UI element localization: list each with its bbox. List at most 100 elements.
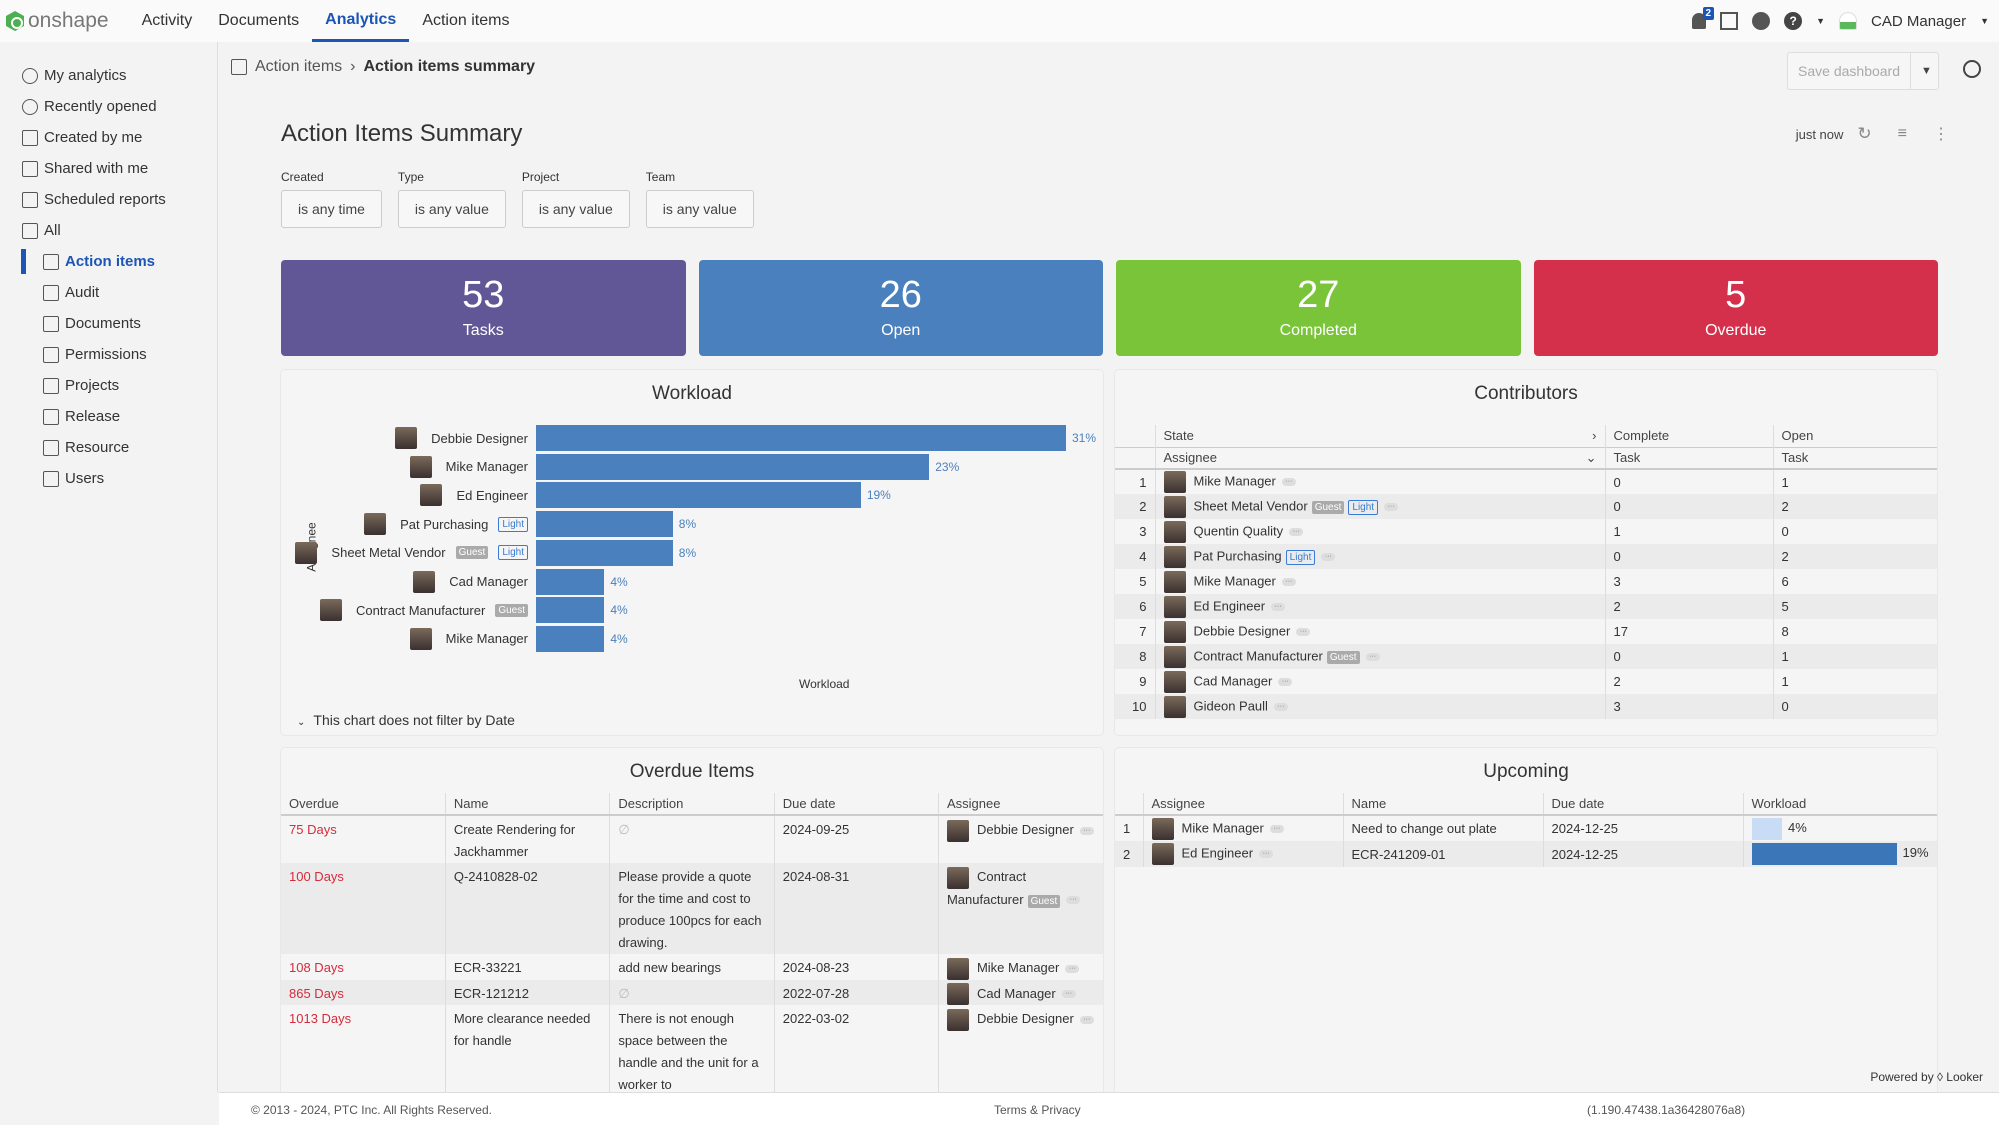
sidebar-item-scheduled-reports[interactable]: Scheduled reports (0, 184, 217, 215)
help-dropdown-icon[interactable]: ▼ (1816, 16, 1825, 26)
workload-bar[interactable] (536, 539, 673, 566)
filter-value-button[interactable]: is any value (521, 190, 630, 228)
col-overdue[interactable]: Overdue (281, 793, 445, 815)
more-icon[interactable]: ··· (1365, 652, 1380, 661)
nav-action-items[interactable]: Action items (409, 0, 522, 42)
learning-center-icon[interactable] (1752, 12, 1771, 30)
assignee-header[interactable]: Assignee ⌄ (1154, 447, 1605, 469)
sidebar-item-audit[interactable]: Audit (0, 277, 217, 308)
more-icon[interactable]: ··· (1289, 527, 1304, 536)
filter-value-button[interactable]: is any value (397, 190, 506, 228)
nav-activity[interactable]: Activity (129, 0, 206, 42)
more-icon[interactable]: ··· (1079, 826, 1094, 835)
sidebar-item-action-items[interactable]: Action items (0, 246, 217, 277)
workload-bar[interactable] (536, 511, 673, 538)
app-store-icon[interactable] (1720, 12, 1739, 30)
more-icon[interactable]: ··· (1271, 602, 1286, 611)
save-dashboard-button[interactable]: Save dashboard (1788, 53, 1910, 89)
more-icon[interactable]: ··· (1278, 677, 1293, 686)
more-icon[interactable]: ··· (1061, 990, 1076, 999)
refresh-icon[interactable]: ↻ (1857, 124, 1871, 144)
table-row[interactable]: 865 Days ECR-121212 ∅ 2022-07-28 Cad Manager… (281, 979, 1103, 1006)
workload-bar[interactable] (536, 625, 605, 652)
table-row[interactable]: 1 Mike Manager ··· Need to change out plate… (1115, 815, 1937, 841)
table-row[interactable]: 1013 Days More clearance needed for handl… (281, 1005, 1103, 1097)
more-icon[interactable]: ··· (1065, 964, 1080, 973)
more-icon[interactable]: ··· (1079, 1015, 1094, 1024)
more-icon[interactable]: ··· (1321, 552, 1336, 561)
workload-bar[interactable] (536, 568, 605, 595)
table-row[interactable]: 2 Sheet Metal Vendor Guest Light ··· 0 2 (1115, 494, 1937, 519)
col-description[interactable]: Description (609, 793, 775, 815)
col-assignee[interactable]: Assignee (937, 793, 1103, 815)
more-icon[interactable]: ··· (1281, 577, 1296, 586)
sidebar-item-documents[interactable]: Documents (0, 308, 217, 339)
kpi-completed[interactable]: 27 Completed (1116, 260, 1521, 356)
date-filter-note[interactable]: ⌄ This chart does not filter by Date (297, 712, 515, 728)
help-icon[interactable]: ? (1784, 12, 1803, 30)
nav-analytics[interactable]: Analytics (312, 0, 410, 42)
table-row[interactable]: 108 Days ECR-33221 add new bearings 2024-08… (281, 954, 1103, 980)
user-avatar-icon[interactable] (1839, 12, 1858, 30)
filter-value-button[interactable]: is any value (645, 190, 754, 228)
user-menu[interactable]: CAD Manager (1871, 13, 1966, 30)
filter-value-button[interactable]: is any time (281, 190, 382, 228)
sidebar-item-my-analytics[interactable]: My analytics (0, 60, 217, 91)
table-row[interactable]: 75 Days Create Rendering for Jackhammer ∅ 2… (281, 815, 1103, 863)
nav-documents[interactable]: Documents (205, 0, 312, 42)
powered-by-looker[interactable]: Powered by ◊ Looker (1870, 1070, 1983, 1084)
more-icon[interactable]: ··· (1269, 824, 1284, 833)
sidebar-item-users[interactable]: Users (0, 463, 217, 494)
sidebar-item-created-by-me[interactable]: Created by me (0, 122, 217, 153)
sidebar-item-shared-with-me[interactable]: Shared with me (0, 153, 217, 184)
sidebar-item-projects[interactable]: Projects (0, 370, 217, 401)
kpi-open[interactable]: 26 Open (698, 260, 1103, 356)
kpi-tasks[interactable]: 53 Tasks (281, 260, 686, 356)
table-row[interactable]: 8 Contract Manufacturer Guest ··· 0 1 (1115, 644, 1937, 669)
table-row[interactable]: 10 Gideon Paull ··· 3 0 (1115, 694, 1937, 719)
table-row[interactable]: 2 Ed Engineer ··· ECR-241209-01 2024-12-25 19… (1115, 841, 1937, 867)
more-icon[interactable]: ··· (1384, 502, 1399, 511)
col-open[interactable]: Open (1772, 425, 1937, 447)
sidebar-item-resource[interactable]: Resource (0, 432, 217, 463)
workload-bar[interactable] (536, 482, 861, 509)
more-icon[interactable]: ··· (1296, 627, 1311, 636)
more-icon[interactable]: ··· (1281, 478, 1296, 486)
more-icon[interactable]: ··· (1259, 850, 1274, 858)
user-dropdown-icon[interactable]: ▼ (1980, 16, 1989, 26)
table-row[interactable]: 9 Cad Manager ··· 2 1 (1115, 669, 1937, 694)
pivot-header[interactable]: State › (1154, 425, 1605, 447)
breadcrumb-parent[interactable]: Action items (255, 58, 342, 76)
col-complete[interactable]: Complete (1604, 425, 1773, 447)
col-name[interactable]: Name (444, 793, 610, 815)
terms-link[interactable]: Terms & Privacy (994, 1103, 1081, 1117)
workload-bar[interactable] (536, 425, 1066, 451)
col-due-date[interactable]: Due date (773, 793, 939, 815)
table-row[interactable]: 6 Ed Engineer ··· 2 5 (1115, 594, 1937, 619)
sidebar-item-release[interactable]: Release (0, 401, 217, 432)
col-workload[interactable]: Workload (1742, 793, 1937, 815)
table-row[interactable]: 5 Mike Manager ··· 3 6 (1115, 569, 1937, 594)
kpi-overdue[interactable]: 5 Overdue (1533, 260, 1938, 356)
notifications-bell-icon[interactable]: 2 (1692, 7, 1715, 29)
col-due-date[interactable]: Due date (1542, 793, 1743, 815)
table-row[interactable]: 7 Debbie Designer ··· 17 8 (1115, 619, 1937, 644)
sidebar-item-all[interactable]: All (0, 215, 217, 246)
more-icon[interactable]: ··· (1066, 896, 1081, 905)
more-icon[interactable]: ··· (1273, 702, 1288, 711)
workload-bar[interactable] (536, 597, 605, 624)
table-row[interactable]: 100 Days Q-2410828-02 Please provide a quo… (281, 863, 1103, 954)
onshape-logo[interactable]: onshape (6, 9, 109, 33)
table-row[interactable]: 1 Mike Manager ··· 0 1 (1115, 469, 1937, 494)
table-row[interactable]: 4 Pat Purchasing Light ··· 0 2 (1115, 544, 1937, 569)
save-dropdown-icon[interactable]: ▼ (1910, 53, 1938, 89)
workload-bar[interactable] (536, 453, 930, 480)
more-options-icon[interactable]: ⋮ (1933, 124, 1949, 144)
filter-icon[interactable]: ≡ (1898, 125, 1907, 143)
col-assignee[interactable]: Assignee (1142, 793, 1343, 815)
history-icon[interactable] (1963, 60, 1981, 78)
sidebar-item-permissions[interactable]: Permissions (0, 339, 217, 370)
sidebar-item-recently-opened[interactable]: Recently opened (0, 91, 217, 122)
table-row[interactable]: 3 Quentin Quality ··· 1 0 (1115, 519, 1937, 544)
col-name[interactable]: Name (1342, 793, 1543, 815)
